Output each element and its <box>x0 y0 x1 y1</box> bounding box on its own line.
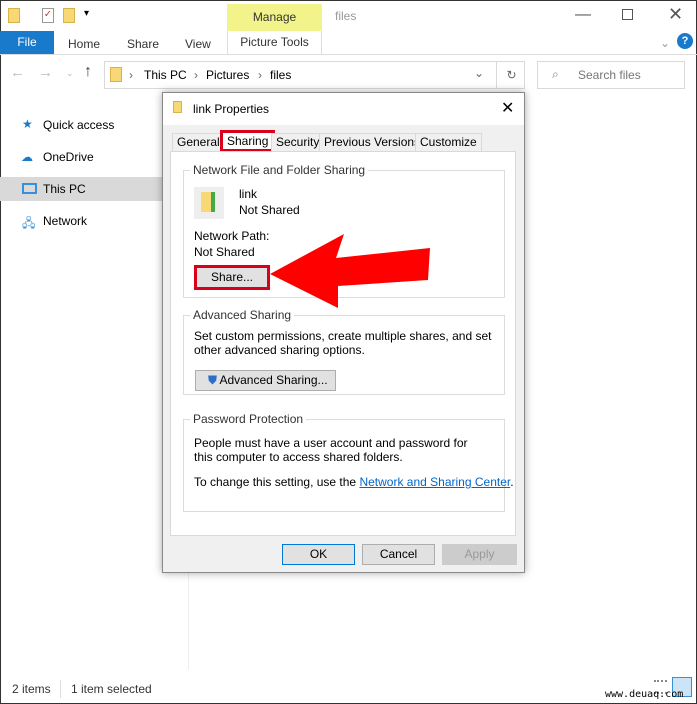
tab-customize[interactable]: Customize <box>415 133 482 151</box>
advanced-sharing-group: Advanced Sharing Set custom permissions,… <box>183 308 505 395</box>
tab-view[interactable]: View <box>185 37 211 51</box>
network-icon: 🖧 <box>22 216 36 230</box>
path-value: Not Shared <box>194 245 255 259</box>
red-arrow-annotation <box>270 234 430 308</box>
group-label: Password Protection <box>190 412 307 426</box>
ok-button[interactable]: OK <box>282 544 355 565</box>
search-placeholder: Search files <box>578 68 641 82</box>
watermark: www.deuaq.com <box>605 689 684 700</box>
tab-security[interactable]: Security <box>271 133 325 151</box>
help-icon[interactable]: ? <box>677 33 693 49</box>
tab-previous-versions[interactable]: Previous Versions <box>319 133 426 151</box>
crumb-files[interactable]: files <box>270 68 291 82</box>
search-icon: ⌕ <box>552 67 559 81</box>
crumb-this-pc[interactable]: This PC <box>144 68 187 82</box>
new-folder-icon[interactable] <box>63 8 75 23</box>
folder-icon <box>8 8 20 23</box>
dialog-close-button[interactable]: ✕ <box>501 98 514 118</box>
group-label: Advanced Sharing <box>190 308 295 322</box>
password-description: People must have a user account and pass… <box>194 436 468 464</box>
close-button[interactable]: ✕ <box>668 4 683 25</box>
expand-ribbon-icon[interactable]: ⌄ <box>660 36 670 50</box>
item-count: 2 items <box>12 682 51 696</box>
history-dropdown-icon[interactable]: ⌄ <box>474 66 484 80</box>
refresh-icon[interactable]: ↻ <box>496 62 526 88</box>
shared-folder-icon <box>194 187 224 219</box>
sidebar-item-network[interactable]: Network <box>43 214 87 228</box>
tab-share[interactable]: Share <box>127 37 159 51</box>
crumb-pictures[interactable]: Pictures <box>206 68 249 82</box>
sidebar-item-onedrive[interactable]: OneDrive <box>43 150 94 164</box>
change-text: To change this setting, use the <box>194 475 357 489</box>
divider <box>60 680 61 698</box>
divider <box>0 54 697 55</box>
recent-icon[interactable]: ⌄ <box>66 68 74 79</box>
apply-button[interactable]: Apply <box>442 544 517 565</box>
button-label: Advanced Sharing... <box>219 373 328 387</box>
path-label: Network Path: <box>194 229 270 243</box>
cloud-icon: ☁ <box>21 150 33 164</box>
tab-picture-tools[interactable]: Picture Tools <box>227 31 322 54</box>
tab-file[interactable]: File <box>0 31 54 54</box>
password-protection-group: Password Protection People must have a u… <box>183 412 514 512</box>
manage-tab[interactable]: Manage <box>227 4 322 31</box>
back-icon[interactable]: ← <box>10 64 25 81</box>
properties-icon[interactable]: ✓ <box>42 8 54 23</box>
address-bar[interactable]: › This PC › Pictures › files ⌄ ↻ <box>104 61 525 89</box>
advanced-description: Set custom permissions, create multiple … <box>194 329 492 357</box>
share-button[interactable]: Share... <box>194 265 270 290</box>
arrow-shape <box>270 234 430 308</box>
forward-icon[interactable]: → <box>38 64 53 81</box>
properties-dialog: link Properties ✕ General Sharing Securi… <box>162 92 525 573</box>
up-icon[interactable]: ↑ <box>84 63 92 81</box>
folder-icon <box>110 67 122 82</box>
item-status: Not Shared <box>239 203 300 217</box>
item-name: link <box>239 187 258 201</box>
maximize-button[interactable] <box>622 9 633 20</box>
pc-icon <box>22 183 37 194</box>
group-label: Network File and Folder Sharing <box>190 163 369 177</box>
password-change-text: To change this setting, use the Network … <box>194 475 514 489</box>
sidebar-item-this-pc[interactable]: This PC <box>43 182 86 196</box>
dialog-title: link Properties <box>193 102 270 116</box>
tab-panel: Network File and Folder Sharing link Not… <box>170 151 516 536</box>
customize-toolbar-icon[interactable]: ▾ <box>84 8 89 19</box>
tab-home[interactable]: Home <box>68 37 100 51</box>
uac-shield-icon: ⛊ <box>208 373 218 387</box>
selection-count: 1 item selected <box>71 682 152 696</box>
tab-sharing[interactable]: Sharing <box>220 130 276 152</box>
search-input[interactable]: ⌕ Search files <box>537 61 685 89</box>
advanced-sharing-button[interactable]: ⛊ Advanced Sharing... <box>195 370 336 391</box>
dialog-titlebar: link Properties ✕ <box>163 93 524 125</box>
star-icon: ★ <box>22 117 33 131</box>
sidebar-item-quick-access[interactable]: Quick access <box>43 118 114 132</box>
folder-icon <box>173 101 182 113</box>
window-title: files <box>335 9 357 23</box>
minimize-button[interactable]: — <box>575 6 591 24</box>
tab-general[interactable]: General <box>172 133 225 151</box>
network-sharing-center-link[interactable]: Network and Sharing Center <box>359 475 510 489</box>
cancel-button[interactable]: Cancel <box>362 544 435 565</box>
